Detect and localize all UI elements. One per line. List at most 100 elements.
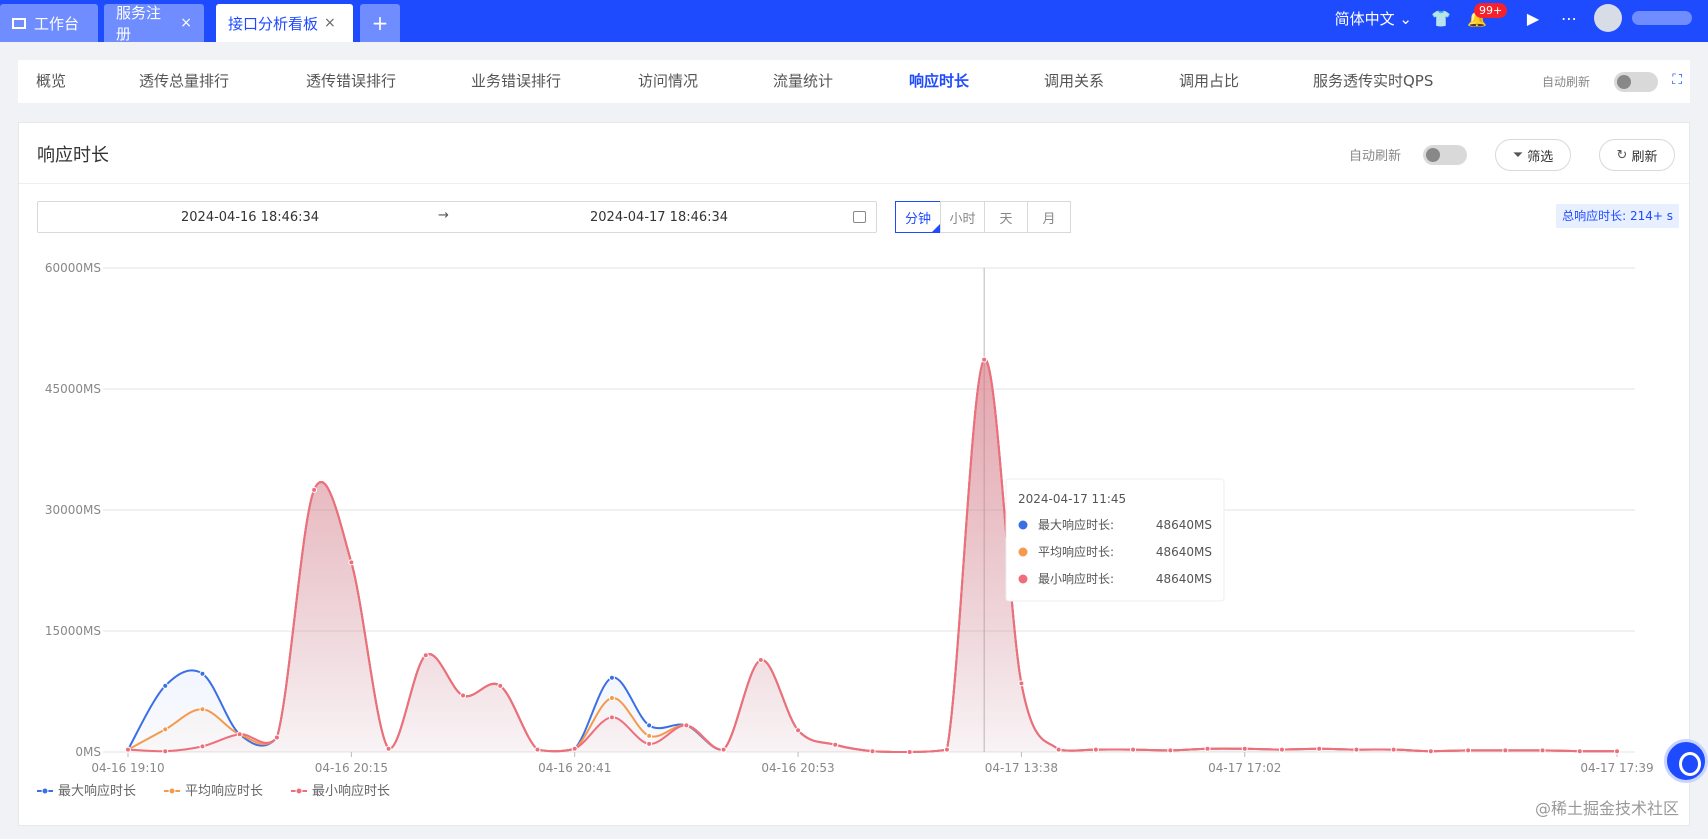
tooltip-series-name: 最小响应时长:: [1038, 571, 1114, 586]
data-point: [348, 559, 355, 566]
data-point: [1353, 746, 1360, 753]
tab-workbench[interactable]: 工作台: [0, 4, 98, 42]
nav-call-relation[interactable]: 调用关系: [1044, 60, 1104, 103]
top-right-toolbar: 简体中文 ⌄ 👕 🔔 99+ ▶ ⋯: [1335, 0, 1708, 36]
tooltip-marker: [1018, 520, 1028, 530]
data-point: [1241, 745, 1248, 752]
auto-refresh-label: 自动刷新: [1541, 75, 1590, 89]
nav-access[interactable]: 访问情况: [638, 60, 698, 103]
monitor-icon: [12, 17, 26, 29]
watermark: @稀土掘金技术社区: [1534, 799, 1679, 818]
x-tick-label: 04-17 17:39: [1580, 761, 1653, 775]
shirt-icon[interactable]: 👕: [1430, 7, 1452, 29]
tab-label: 接口分析看板: [228, 14, 319, 33]
username-blurred[interactable]: [1632, 11, 1692, 25]
data-point: [162, 726, 169, 733]
tooltip-title: 2024-04-17 11:45: [1018, 492, 1126, 506]
language-label: 简体中文: [1334, 9, 1395, 28]
data-point: [199, 706, 206, 713]
close-icon[interactable]: ×: [324, 15, 336, 31]
x-tick-label: 04-17 17:02: [1208, 761, 1281, 775]
more-icon[interactable]: ⋯: [1558, 7, 1580, 29]
data-point: [460, 692, 467, 699]
x-tick-label: 04-16 20:15: [315, 761, 388, 775]
nav-response-time[interactable]: 响应时长: [909, 60, 969, 103]
nav-realtime-qps[interactable]: 服务透传实时QPS: [1313, 60, 1433, 103]
legend-label: 平均响应时长: [185, 783, 263, 799]
x-tick-label: 04-17 13:38: [985, 761, 1058, 775]
data-point: [1427, 748, 1434, 755]
data-point: [311, 486, 318, 493]
avatar[interactable]: [1594, 4, 1622, 32]
x-tick-label: 04-16 20:41: [538, 761, 611, 775]
data-point: [162, 682, 169, 689]
x-tick-label: 04-16 20:53: [761, 761, 834, 775]
nav-business-error-rank[interactable]: 业务错误排行: [471, 60, 561, 103]
tooltip-marker: [1018, 547, 1028, 557]
data-point: [1130, 746, 1137, 753]
data-point: [571, 745, 578, 752]
auto-refresh-toggle[interactable]: [1614, 72, 1658, 92]
data-point: [1204, 745, 1211, 752]
data-point: [422, 652, 429, 659]
data-point: [981, 356, 988, 363]
data-point: [273, 734, 280, 741]
y-tick-label: 45000MS: [45, 382, 101, 396]
fullscreen-icon[interactable]: ⛶: [1672, 72, 1682, 88]
nav-pass-total-rank[interactable]: 透传总量排行: [139, 60, 229, 103]
tooltip-series-name: 最大响应时长:: [1038, 517, 1114, 532]
data-point: [646, 740, 653, 747]
series-area: [128, 359, 1617, 752]
top-bar: 工作台 服务注册 × 接口分析看板 × + 简体中文 ⌄ 👕 🔔 99+ ▶ ⋯: [0, 0, 1708, 43]
data-point: [1390, 746, 1397, 753]
data-point: [236, 731, 243, 738]
legend-marker-dot: [41, 787, 49, 795]
tooltip-series-name: 平均响应时长:: [1038, 544, 1114, 559]
close-icon[interactable]: ×: [180, 15, 192, 31]
add-tab-button[interactable]: +: [360, 4, 400, 42]
data-point: [943, 746, 950, 753]
nav-pass-error-rank[interactable]: 透传错误排行: [306, 60, 396, 103]
response-time-chart[interactable]: 0MS 15000MS 30000MS 45000MS 60000MS 04-16 19:…: [19, 123, 1691, 827]
tab-label: 服务注册: [116, 4, 162, 43]
legend-marker-dot: [168, 787, 176, 795]
legend-label: 最小响应时长: [312, 783, 390, 799]
y-tick-label: 60000MS: [45, 261, 101, 275]
data-point: [1465, 747, 1472, 754]
y-tick-label: 30000MS: [45, 503, 101, 517]
language-select[interactable]: 简体中文 ⌄: [1335, 8, 1412, 29]
nav-overview[interactable]: 概览: [36, 60, 66, 103]
nav-traffic[interactable]: 流量统计: [773, 60, 833, 103]
data-point: [1167, 747, 1174, 754]
data-point: [1018, 680, 1025, 687]
data-point: [385, 745, 392, 752]
tab-service-register[interactable]: 服务注册 ×: [104, 4, 204, 43]
tooltip-value: 48640MS: [1156, 518, 1212, 532]
data-point: [683, 722, 690, 729]
data-point: [608, 714, 615, 721]
data-point: [1576, 748, 1583, 755]
tab-interface-dashboard[interactable]: 接口分析看板 ×: [216, 4, 353, 42]
assistant-float-button[interactable]: [1664, 739, 1708, 783]
data-point: [162, 748, 169, 755]
tooltip-value: 48640MS: [1156, 545, 1212, 559]
data-point: [1055, 746, 1062, 753]
data-point: [646, 722, 653, 729]
y-tick-label: 15000MS: [45, 624, 101, 638]
analysis-nav: 概览 透传总量排行 透传错误排行 业务错误排行 访问情况 流量统计 响应时长 调…: [18, 60, 1690, 103]
nav-call-ratio[interactable]: 调用占比: [1179, 60, 1239, 103]
data-point: [497, 682, 504, 689]
bell-icon[interactable]: 🔔 99+: [1466, 3, 1508, 29]
tooltip-marker: [1018, 574, 1028, 584]
data-point: [199, 670, 206, 677]
chevron-down-icon: ⌄: [1399, 9, 1412, 28]
legend-marker-dot: [295, 787, 303, 795]
data-point: [1614, 748, 1620, 755]
tooltip-value: 48640MS: [1156, 572, 1212, 586]
data-point: [608, 694, 615, 701]
data-point: [1092, 746, 1099, 753]
response-time-panel: 响应时长 自动刷新 ⏷ 筛选 ↻ 刷新 2024-04-16 18:46:34 → …: [18, 122, 1690, 826]
data-point: [795, 727, 802, 734]
data-point: [906, 749, 913, 755]
play-icon[interactable]: ▶: [1522, 7, 1544, 29]
